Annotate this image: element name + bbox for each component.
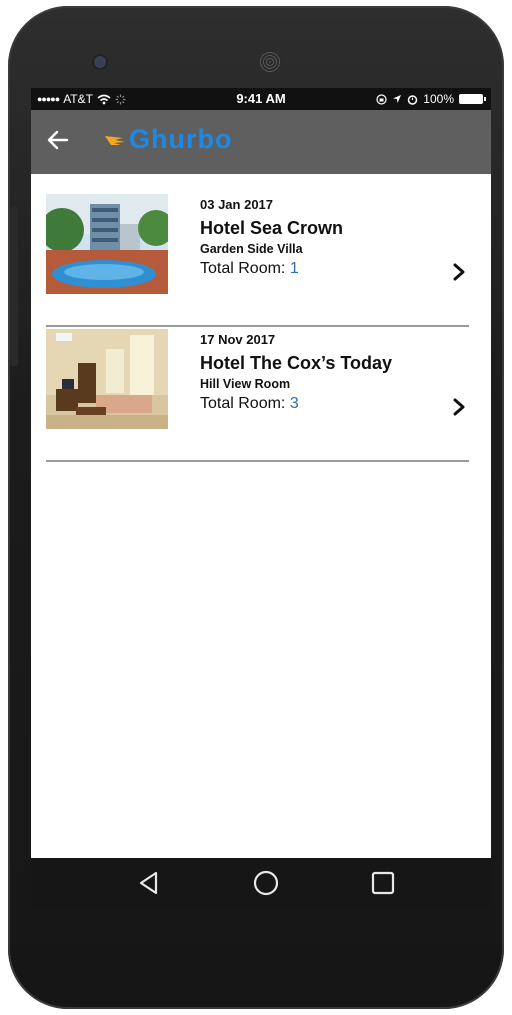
lock-rotation-icon xyxy=(376,93,387,105)
booking-item[interactable]: 03 Jan 2017 Hotel Sea Crown Garden Side … xyxy=(46,192,469,327)
chevron-right-icon[interactable] xyxy=(449,395,469,419)
app-bar: Ghurbo xyxy=(31,110,491,174)
hotel-photo xyxy=(46,194,168,294)
booking-list: 03 Jan 2017 Hotel Sea Crown Garden Side … xyxy=(46,192,469,462)
alarm-icon xyxy=(408,94,418,105)
app-logo: Ghurbo xyxy=(105,124,232,155)
hotel-name: Hotel The Cox’s Today xyxy=(200,353,393,373)
hotel-room-image xyxy=(46,329,168,429)
back-button[interactable] xyxy=(45,127,77,159)
room-type: Hill View Room xyxy=(200,377,291,391)
total-room-value: 1 xyxy=(289,260,299,277)
booking-date: 03 Jan 2017 xyxy=(200,197,274,212)
hotel-photo xyxy=(46,329,168,429)
room-type: Garden Side Villa xyxy=(200,242,303,256)
square-recents-icon[interactable] xyxy=(369,869,397,897)
logo-text: Ghurbo xyxy=(129,124,233,154)
hotel-pool-image xyxy=(46,194,168,294)
total-room: Total Room: 1 xyxy=(200,256,343,282)
front-camera xyxy=(94,56,106,68)
total-room-value: 3 xyxy=(289,395,299,412)
booking-date: 17 Nov 2017 xyxy=(200,332,276,347)
booking-info: 03 Jan 2017 Hotel Sea Crown Garden Side … xyxy=(200,196,343,282)
earpiece-speaker xyxy=(258,50,282,74)
booking-item[interactable]: 17 Nov 2017 Hotel The Cox’s Today Hill V… xyxy=(46,327,469,462)
chevron-right-icon[interactable] xyxy=(449,260,469,284)
status-right: 100% xyxy=(376,92,486,106)
hotel-name: Hotel Sea Crown xyxy=(200,218,344,238)
status-bar: ●●●●● AT&T 9:41 AM 100% xyxy=(31,88,491,110)
booking-info: 17 Nov 2017 Hotel The Cox’s Today Hill V… xyxy=(200,331,392,417)
logo-wing-icon xyxy=(105,135,125,145)
arrow-left-icon xyxy=(47,130,69,150)
total-room-label: Total Room: xyxy=(200,395,286,412)
battery-icon xyxy=(459,94,486,104)
total-room-label: Total Room: xyxy=(200,260,286,277)
battery-percent: 100% xyxy=(423,92,454,106)
triangle-back-icon[interactable] xyxy=(135,869,163,897)
phone-screen: ●●●●● AT&T 9:41 AM 100% Ghurbo 03 Jan 20… xyxy=(31,88,491,908)
android-nav-bar xyxy=(31,858,491,908)
phone-side-button xyxy=(10,206,18,366)
proximity-sensor xyxy=(432,58,456,71)
circle-home-icon[interactable] xyxy=(252,869,280,897)
total-room: Total Room: 3 xyxy=(200,391,392,417)
location-arrow-icon xyxy=(393,95,402,103)
